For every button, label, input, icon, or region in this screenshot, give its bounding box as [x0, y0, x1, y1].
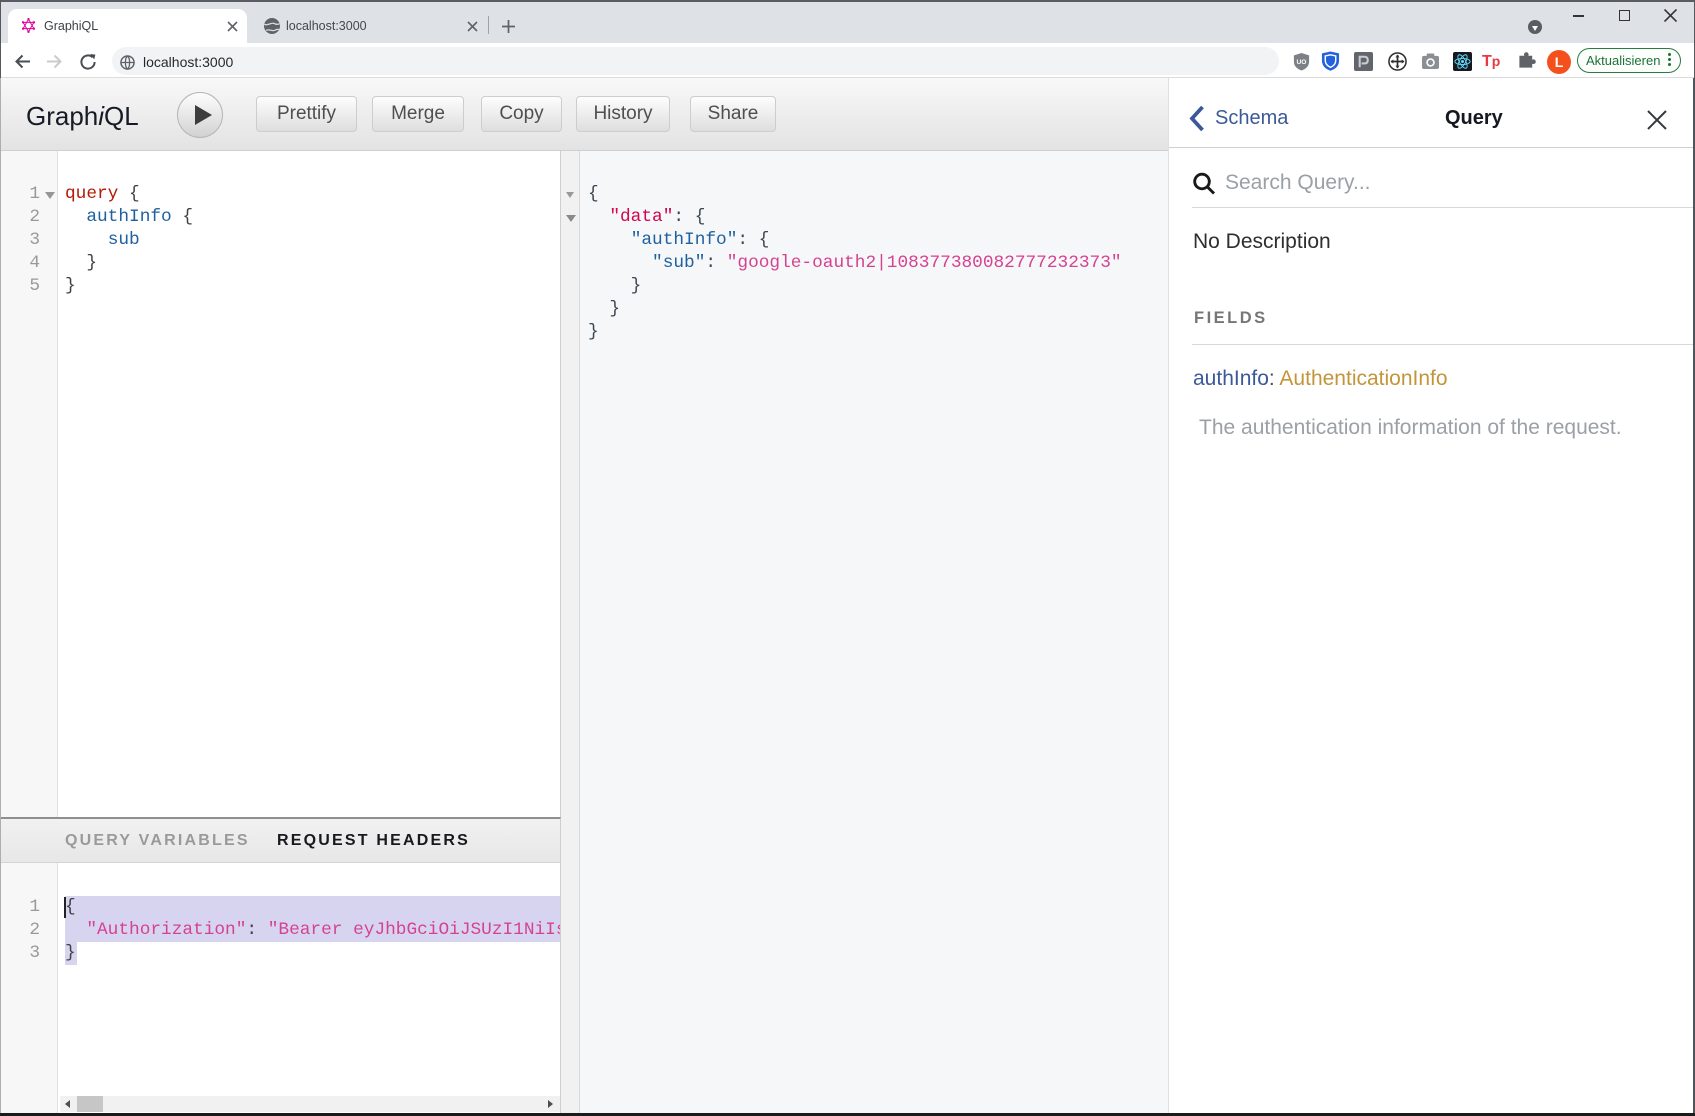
svg-text:UO: UO: [1297, 59, 1307, 66]
